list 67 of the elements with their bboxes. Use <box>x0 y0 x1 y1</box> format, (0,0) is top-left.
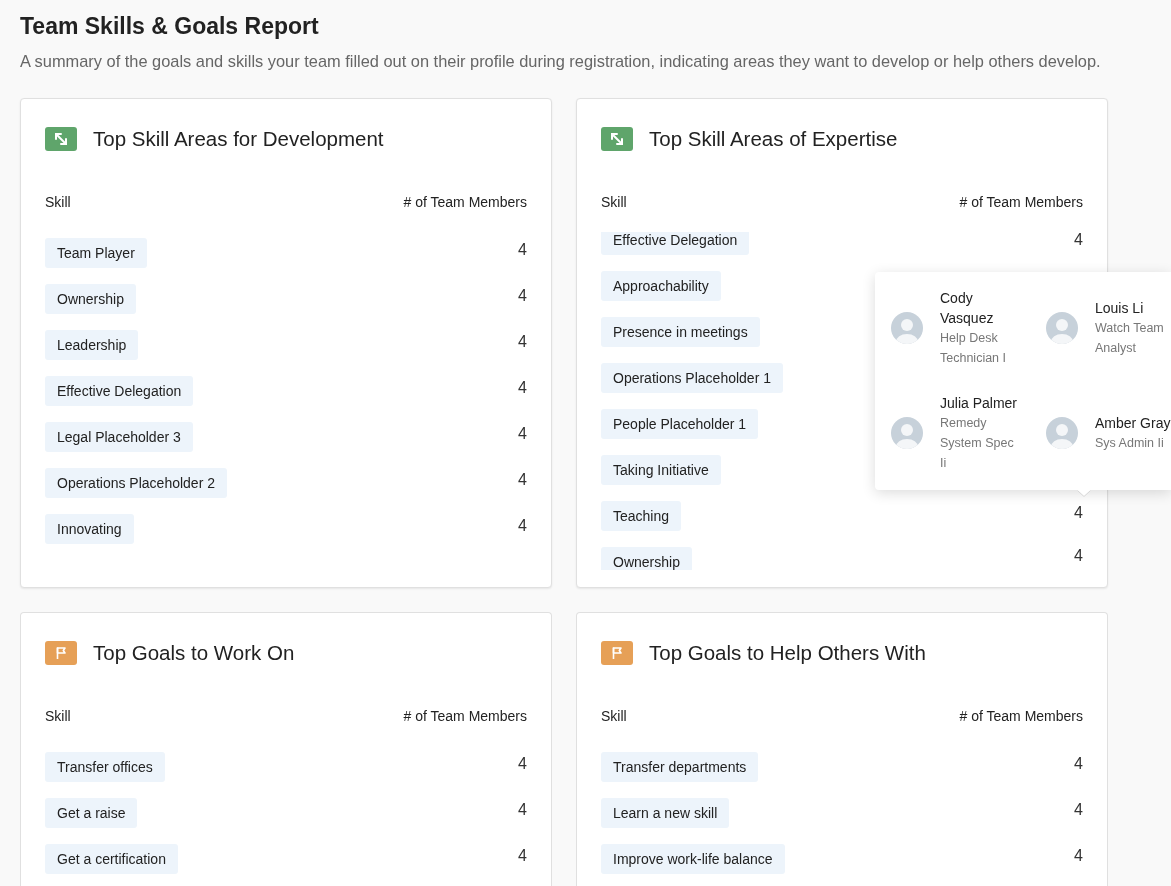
goal-tag: Get a raise <box>45 798 138 828</box>
column-header: # of Team Members <box>959 194 1083 210</box>
skill-tag: Effective Delegation <box>601 232 750 255</box>
member-count: 4 <box>518 288 527 304</box>
avatar-icon <box>1046 417 1078 449</box>
skill-tag: People Placeholder 1 <box>601 409 759 439</box>
member-role: Sys Admin Ii <box>1095 435 1165 452</box>
member-name: Amber Gray <box>1095 414 1171 433</box>
member-count: 4 <box>518 426 527 442</box>
diagonal-arrows-icon <box>601 127 633 151</box>
skill-tag: Taking Initiative <box>601 455 721 485</box>
skill-tag: Operations Placeholder 1 <box>601 363 783 393</box>
page-subtitle: A summary of the goals and skills your team filled out on their profile during registration, indicating areas they want to develop or help others develop. <box>20 51 1102 71</box>
member-count: 4 <box>518 334 527 350</box>
member-count: 4 <box>518 380 527 396</box>
goal-tag: Transfer departments <box>601 752 759 782</box>
card-title: Top Skill Areas for Development <box>93 127 384 151</box>
member-name: Julia Palmer <box>940 394 1019 413</box>
skill-tag: Innovating <box>45 514 134 544</box>
column-header: Skill <box>45 708 71 724</box>
column-header: Skill <box>45 194 71 210</box>
member-count: 4 <box>518 518 527 534</box>
avatar-icon <box>1046 312 1078 344</box>
column-header: # of Team Members <box>403 708 527 724</box>
member-count: 4 <box>518 242 527 258</box>
member-count: 4 <box>1074 802 1083 818</box>
column-header: # of Team Members <box>403 194 527 210</box>
member-count: 4 <box>518 756 527 772</box>
member-count: 4 <box>518 802 527 818</box>
page-title: Team Skills & Goals Report <box>20 12 320 40</box>
skill-tag: Teaching <box>601 501 682 531</box>
member-name: Cody Vasquez <box>940 289 995 328</box>
goal-tag: Transfer offices <box>45 752 165 782</box>
avatar-icon <box>891 417 923 449</box>
skill-tag: Legal Placeholder 3 <box>45 422 193 452</box>
flag-icon <box>45 641 77 665</box>
flag-icon <box>601 641 633 665</box>
member-count: 4 <box>518 472 527 488</box>
member-count: 4 <box>1074 756 1083 772</box>
skill-tag: Operations Placeholder 2 <box>45 468 227 498</box>
skill-tag: Team Player <box>45 238 147 268</box>
card-title: Top Skill Areas of Expertise <box>649 127 898 151</box>
column-header: # of Team Members <box>959 708 1083 724</box>
member-role: Watch Team Analyst <box>1095 320 1165 357</box>
member-role: Help Desk Technician I <box>940 330 1007 367</box>
column-header: Skill <box>601 708 627 724</box>
skill-tag: Effective Delegation <box>45 376 194 406</box>
goal-tag: Learn a new skill <box>601 798 730 828</box>
skill-tag: Ownership <box>601 547 692 570</box>
goal-tag: Get a certification <box>45 844 178 874</box>
member-role: Remedy System Spec Ii <box>940 415 1015 472</box>
skill-tag: Approachability <box>601 271 721 301</box>
diagonal-arrows-icon <box>45 127 77 151</box>
avatar-icon <box>891 312 923 344</box>
member-count: 4 <box>1074 505 1083 521</box>
goal-tag: Improve work-life balance <box>601 844 785 874</box>
skill-tag: Presence in meetings <box>601 317 760 347</box>
member-count: 4 <box>1074 232 1083 248</box>
skill-tag: Ownership <box>45 284 136 314</box>
member-count: 4 <box>518 848 527 864</box>
card-title: Top Goals to Work On <box>93 641 295 665</box>
member-count: 4 <box>1074 548 1083 564</box>
member-name: Louis Li <box>1095 299 1145 318</box>
member-count: 4 <box>1074 848 1083 864</box>
card-title: Top Goals to Help Others With <box>649 641 926 665</box>
column-header: Skill <box>601 194 627 210</box>
skill-tag: Leadership <box>45 330 139 360</box>
